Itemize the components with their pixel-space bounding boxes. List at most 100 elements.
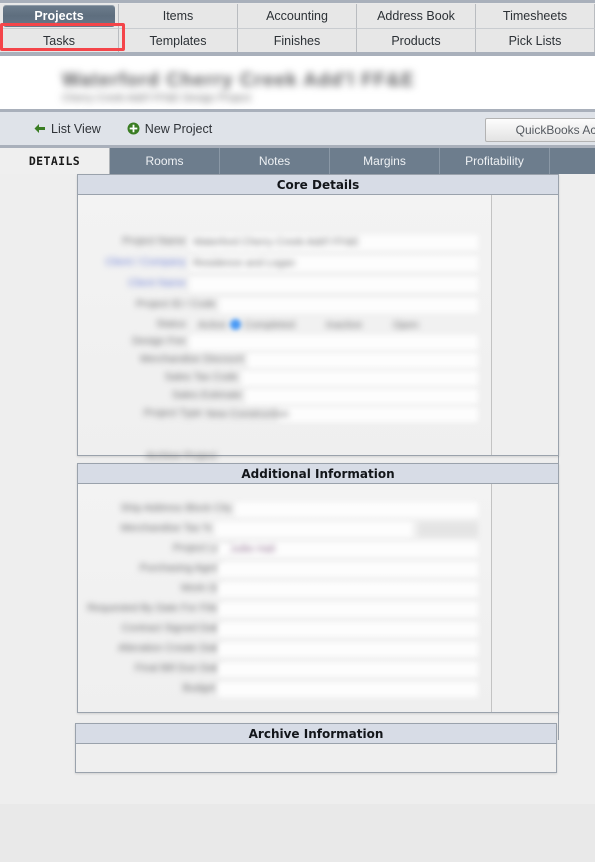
- primary-nav-row-1: Projects Items Accounting Address Book T…: [0, 4, 595, 28]
- field-input-alteration-create-date[interactable]: [218, 642, 478, 657]
- field-row-client-company: Client / Company Residence and Logan: [78, 256, 492, 272]
- field-row-requested-date: Requested By Date For Files: [78, 602, 492, 618]
- field-row-status: Status Active Completed Inactive Open: [78, 318, 492, 334]
- field-input-client-name[interactable]: [190, 277, 478, 292]
- tab-margins[interactable]: Margins: [330, 148, 440, 174]
- new-project-label: New Project: [144, 121, 213, 136]
- field-label-client-name[interactable]: Client Name: [128, 277, 186, 291]
- core-details-body: Project Name Waterford Cherry Creek Add'…: [78, 195, 558, 462]
- field-label-budget: Budget: [182, 682, 216, 694]
- nav-tab-items[interactable]: Items: [119, 4, 238, 28]
- field-row-client-name: Client Name: [78, 277, 492, 293]
- field-row-merchandise-tax: Merchandise Tax %: [78, 522, 492, 538]
- field-row-project-name: Project Name Waterford Cherry Creek Add'…: [78, 235, 492, 251]
- nav-tab-pick-lists[interactable]: Pick Lists: [476, 28, 595, 52]
- tab-strip-filler: [550, 148, 595, 174]
- field-label-final-bill-due-date: Final Bill Due Date: [135, 662, 222, 674]
- field-input-sales-tax-code[interactable]: [242, 371, 478, 386]
- field-input-final-bill-due-date[interactable]: [218, 662, 478, 677]
- field-row-work-on: Work On: [78, 582, 492, 598]
- field-label-alteration-create-date: Alteration Create Date: [118, 642, 222, 654]
- field-input-merchandise-discount[interactable]: [248, 353, 478, 368]
- field-label-project-type: Project Type: [143, 407, 202, 419]
- archive-information-panel: Archive Information: [75, 723, 557, 773]
- field-input-merchandise-tax-secondary[interactable]: [418, 522, 478, 537]
- archive-project-label: Archive Project: [146, 450, 217, 462]
- nav-tab-tasks[interactable]: Tasks: [0, 28, 119, 52]
- field-value-project-type: New Construction: [206, 408, 289, 420]
- tab-rooms[interactable]: Rooms: [110, 148, 220, 174]
- plus-circle-icon: [127, 122, 140, 135]
- list-view-button[interactable]: List View: [33, 122, 101, 136]
- core-details-title: Core Details: [78, 175, 558, 195]
- nav-tab-projects-label: Projects: [3, 5, 115, 27]
- nav-tab-projects[interactable]: Projects: [0, 4, 119, 28]
- additional-information-body: Ship Address Block City Merchandise Tax …: [78, 484, 558, 712]
- radio-option-completed-label[interactable]: Completed: [244, 319, 295, 331]
- field-input-design-fee[interactable]: [190, 335, 478, 350]
- field-label-purchasing-agent: Purchasing Agent: [139, 562, 222, 574]
- page-subtitle: Cherry Creek Add'l FF&E Design Project: [62, 92, 251, 104]
- field-input-ship-address[interactable]: [236, 502, 478, 517]
- primary-nav-row-2: Tasks Templates Finishes Products Pick L…: [0, 28, 595, 52]
- field-label-contract-signed-date: Contract Signed Date: [121, 622, 222, 634]
- field-input-budget[interactable]: [218, 682, 478, 697]
- field-label-project-name: Project Name: [122, 235, 186, 247]
- field-input-project-id[interactable]: [220, 298, 478, 313]
- field-input-purchasing-agent[interactable]: [218, 562, 478, 577]
- arrow-left-icon: [33, 122, 46, 135]
- field-label-client-company[interactable]: Client / Company: [105, 256, 186, 270]
- field-label-status: Status: [156, 318, 186, 330]
- additional-information-title: Additional Information: [78, 464, 558, 484]
- detail-tab-strip: DETAILS Rooms Notes Margins Profitabilit…: [0, 148, 595, 174]
- action-toolbar: List View New Project QuickBooks Acti: [0, 112, 595, 148]
- nav-tab-templates[interactable]: Templates: [119, 28, 238, 52]
- field-input-requested-date[interactable]: [218, 602, 478, 617]
- field-row-sales-tax-code: Sales Tax Code: [78, 371, 492, 387]
- field-row-ship-address: Ship Address Block City: [78, 502, 492, 518]
- field-label-project-id: Project ID / Code: [136, 298, 216, 310]
- nav-tab-accounting[interactable]: Accounting: [238, 4, 357, 28]
- nav-tab-address-book[interactable]: Address Book: [357, 4, 476, 28]
- field-label-sales-tax-code: Sales Tax Code: [164, 371, 238, 383]
- radio-option-open-label[interactable]: Open: [393, 319, 419, 331]
- list-view-label: List View: [51, 121, 101, 136]
- archive-information-body: [76, 744, 556, 772]
- radio-option-inactive-label[interactable]: Inactive: [326, 319, 362, 331]
- field-row-project-id: Project ID / Code: [78, 298, 492, 314]
- field-value-client-company: Residence and Logan: [193, 257, 296, 269]
- field-value-project-lead: Jullie Hall: [230, 543, 275, 555]
- tab-notes[interactable]: Notes: [220, 148, 330, 174]
- field-row-final-bill-due-date: Final Bill Due Date: [78, 662, 492, 678]
- field-label-merchandise-tax: Merchandise Tax %: [120, 522, 212, 534]
- field-label-ship-address: Ship Address Block City: [120, 502, 232, 514]
- new-project-button[interactable]: New Project: [127, 122, 212, 136]
- field-value-project-name: Waterford Cherry Creek Add'l FF&E: [193, 236, 360, 248]
- quickbooks-actions-button[interactable]: QuickBooks Acti: [485, 118, 595, 142]
- core-details-panel: Core Details Project Name Waterford Cher…: [77, 174, 559, 462]
- radio-option-active-label[interactable]: Active: [198, 319, 227, 331]
- field-row-sales-estimate: Sales Estimate: [78, 389, 492, 405]
- radio-option-completed-selected[interactable]: [230, 319, 241, 330]
- tab-details[interactable]: DETAILS: [0, 148, 110, 174]
- tab-profitability[interactable]: Profitability: [440, 148, 550, 174]
- field-input-merchandise-tax[interactable]: [216, 522, 412, 537]
- field-row-merchandise-discount: Merchandise Discount: [78, 353, 492, 369]
- field-label-merchandise-discount: Merchandise Discount: [140, 353, 244, 365]
- field-row-purchasing-agent: Purchasing Agent: [78, 562, 492, 578]
- additional-information-panel: Additional Information Ship Address Bloc…: [77, 463, 559, 713]
- field-input-work-on[interactable]: [218, 582, 478, 597]
- nav-tab-products[interactable]: Products: [357, 28, 476, 52]
- field-row-contract-signed-date: Contract Signed Date: [78, 622, 492, 638]
- primary-navigation: Projects Items Accounting Address Book T…: [0, 0, 595, 56]
- archive-information-title: Archive Information: [76, 724, 556, 744]
- field-input-sales-estimate[interactable]: [246, 389, 478, 404]
- page-title: Waterford Cherry Creek Add'l FF&E: [62, 70, 415, 91]
- nav-tab-timesheets[interactable]: Timesheets: [476, 4, 595, 28]
- field-label-work-on: Work On: [180, 582, 222, 594]
- nav-tab-finishes[interactable]: Finishes: [238, 28, 357, 52]
- field-input-project-type[interactable]: [278, 407, 478, 422]
- field-row-alteration-create-date: Alteration Create Date: [78, 642, 492, 658]
- field-input-contract-signed-date[interactable]: [218, 622, 478, 637]
- field-label-requested-date: Requested By Date For Files: [87, 602, 222, 614]
